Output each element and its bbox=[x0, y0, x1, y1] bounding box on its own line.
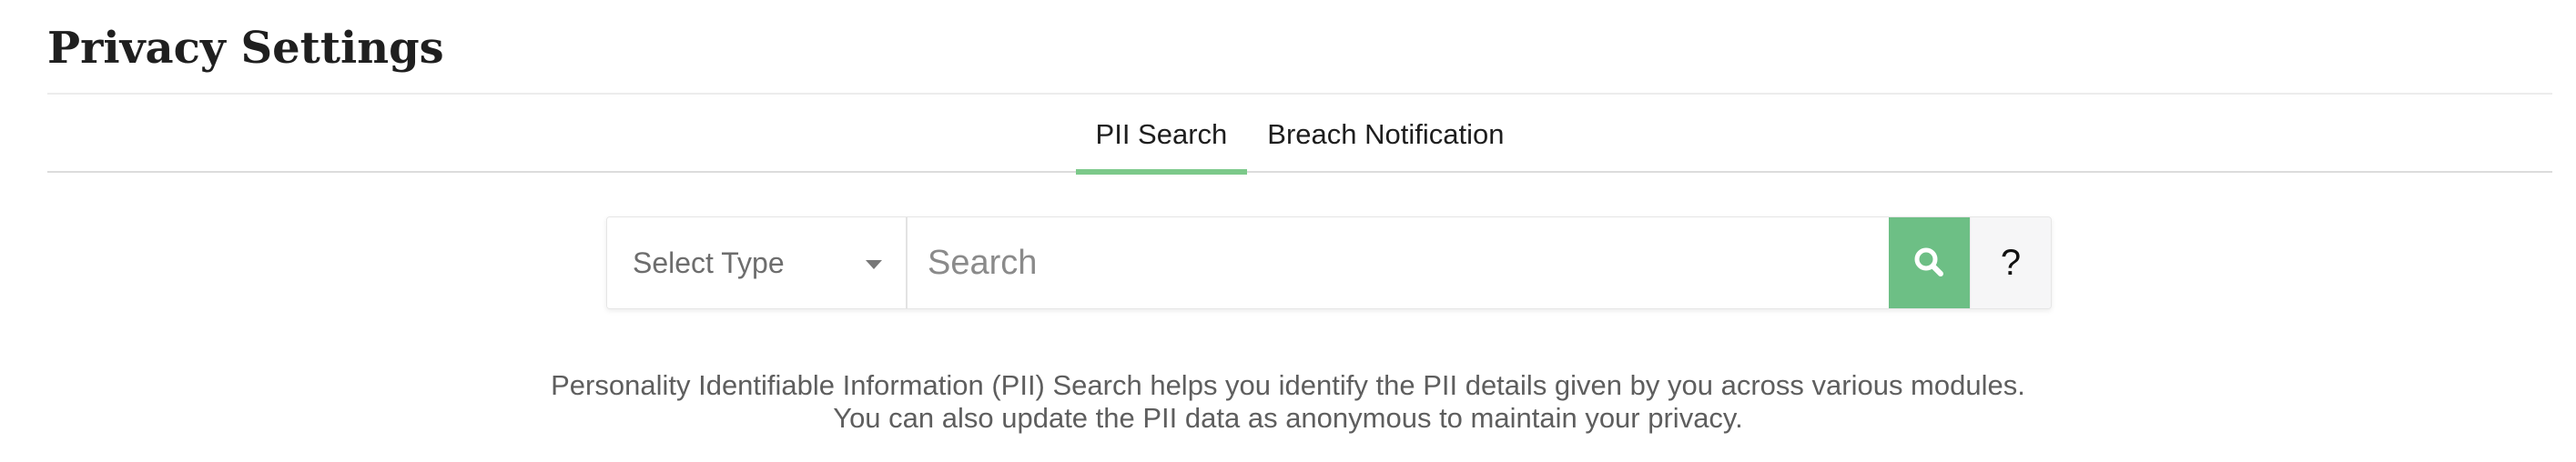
search-input[interactable] bbox=[908, 217, 1889, 308]
select-type-dropdown[interactable]: Select Type bbox=[607, 217, 908, 308]
select-type-label: Select Type bbox=[633, 246, 785, 279]
help-button[interactable]: ? bbox=[1970, 217, 2051, 308]
tab-pii-search[interactable]: PII Search bbox=[1075, 95, 1248, 175]
tab-bar: PII Search Breach Notification bbox=[47, 95, 2552, 175]
description-line-2: You can also update the PII data as anon… bbox=[833, 402, 1743, 434]
pii-description: Personality Identifiable Information (PI… bbox=[0, 369, 2576, 435]
tab-breach-notification[interactable]: Breach Notification bbox=[1247, 95, 1524, 175]
page-title: Privacy Settings bbox=[47, 23, 444, 74]
chevron-down-icon bbox=[866, 260, 882, 269]
pii-search-bar: Select Type ? bbox=[606, 216, 2052, 309]
search-icon bbox=[1914, 247, 1943, 276]
search-button[interactable] bbox=[1889, 217, 1970, 308]
description-line-1: Personality Identifiable Information (PI… bbox=[551, 369, 2025, 401]
